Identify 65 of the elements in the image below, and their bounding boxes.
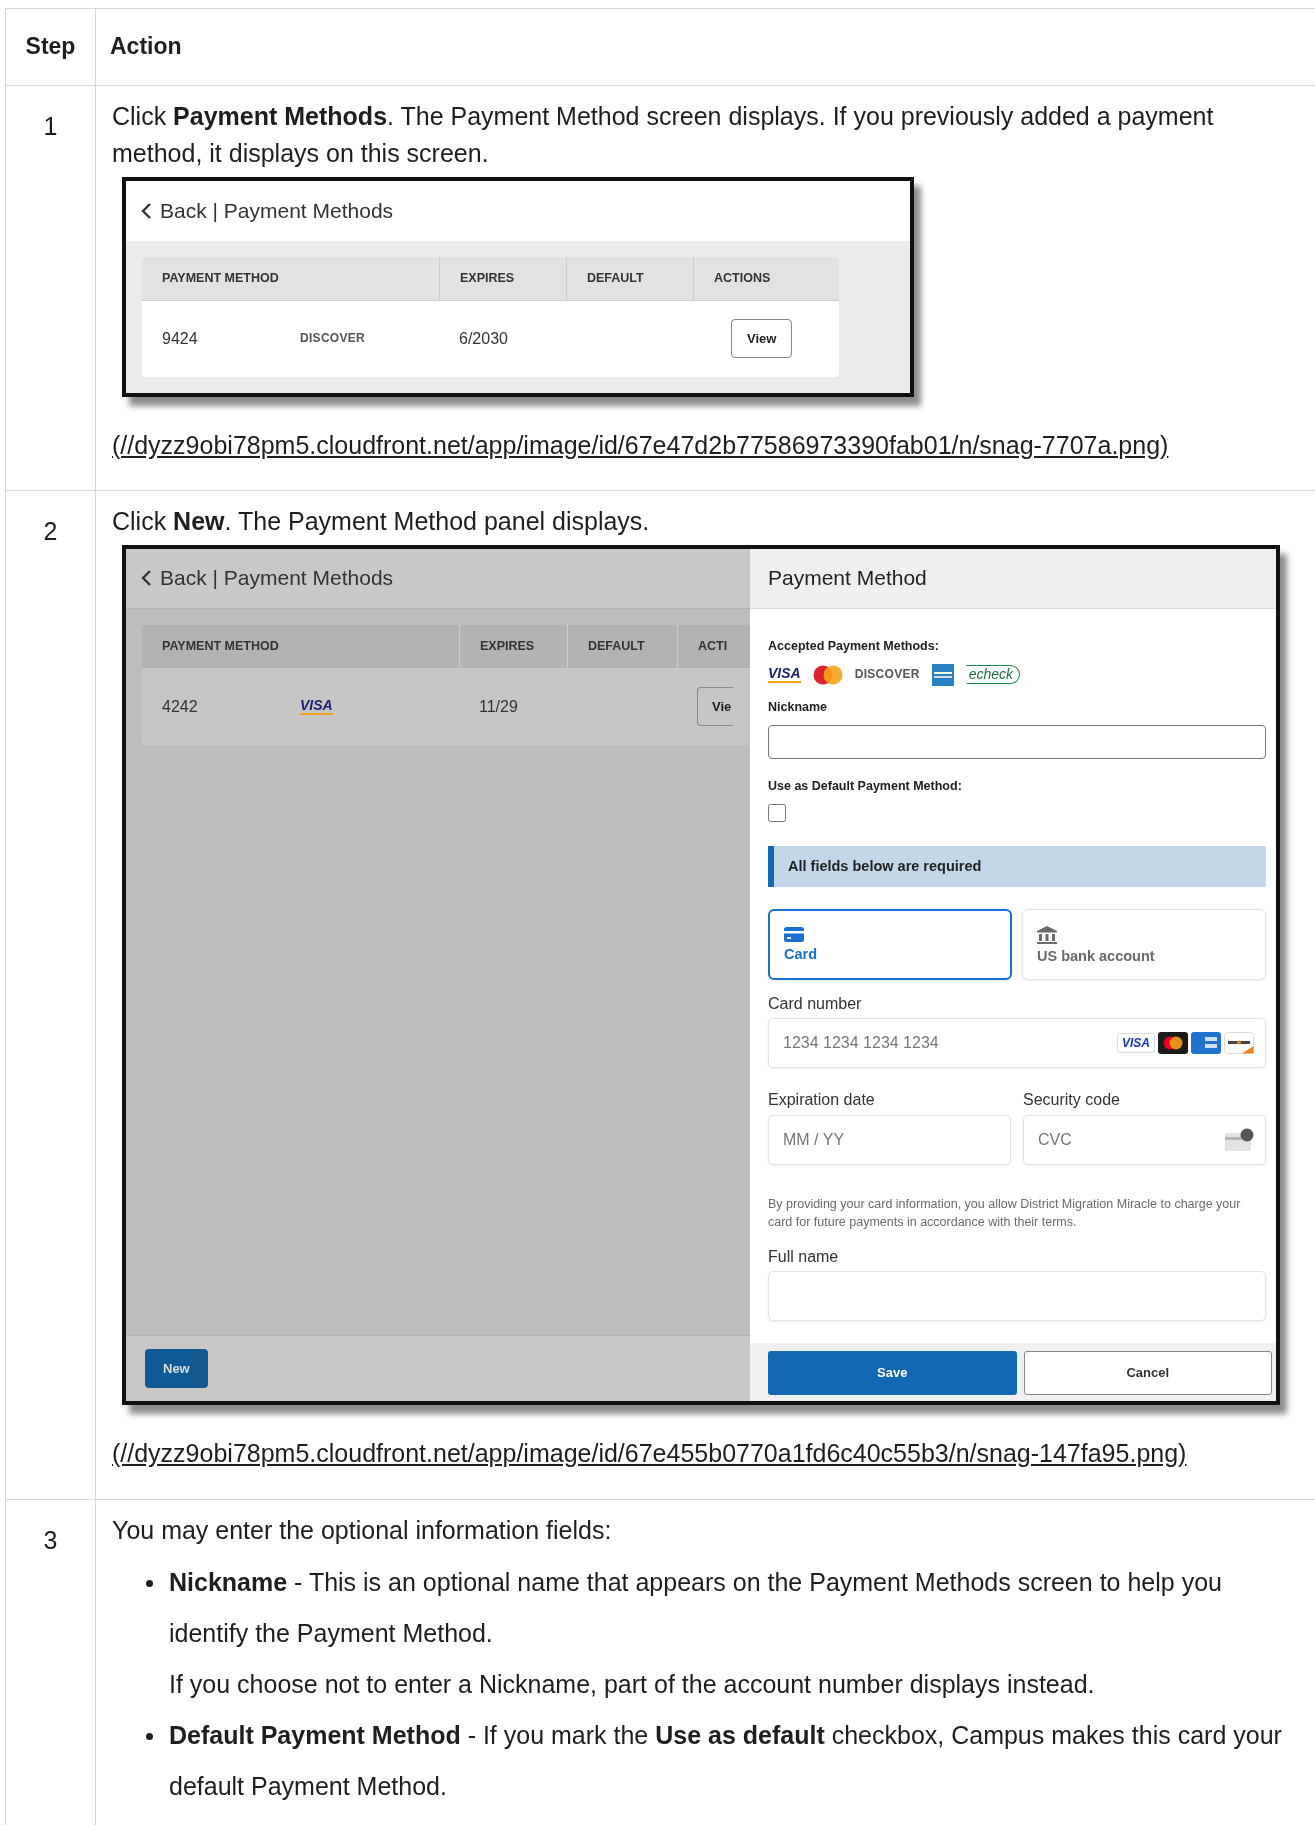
field-label: Use as Default Payment Method:: [768, 778, 963, 794]
column-header: ACTIONS: [693, 256, 839, 300]
column-header: DEFAULT: [567, 624, 677, 668]
image-link[interactable]: (//dyzz9obi78pm5.cloudfront.net/app/image/id/67e47d2b77586973390fab01/n/snag-7707a.png): [112, 426, 1169, 464]
card-brand-icon: [1191, 1032, 1221, 1055]
required-notice: All fields below are required: [768, 845, 1266, 887]
bullet-text: Nickname - This is an optional name that appears on the Payment Methods screen to help you identify the Payment Method.: [169, 1567, 1223, 1650]
field-label: Nickname: [768, 699, 829, 715]
instruction-text: You may enter the optional information fields:: [112, 1514, 613, 1546]
note-text: If you choose not to enter a Nickname, part of the account number displays instead.: [169, 1669, 1096, 1701]
table-cell-text: 9424: [161, 328, 199, 349]
consent-text: By providing your card information, you allow District Migration Miracle to charge your card for future payments in accordance with their terms.: [768, 1195, 1242, 1231]
header-title[interactable]: Back | Payment Methods: [160, 197, 394, 224]
card-back-icon: [1224, 1127, 1254, 1152]
credit-card-icon: [784, 926, 804, 942]
default-checkbox[interactable]: [768, 803, 786, 822]
brand-logo: DISCOVER: [300, 331, 366, 346]
bullet-icon: [146, 1733, 153, 1741]
step-number: 2: [43, 517, 58, 545]
brand-logo: VISA: [300, 698, 333, 715]
step-number: 1: [43, 111, 58, 140]
view-button[interactable]: View: [731, 318, 793, 359]
table-cell-text: 4242: [161, 696, 199, 717]
field-label: Security code: [1023, 1090, 1121, 1110]
field-label: Full name: [768, 1246, 840, 1267]
instruction-text: Click Payment Methods. The Payment Method screen displays. If you previously added a payment method, it displays on this screen.: [112, 100, 1215, 169]
column-header: Action: [95, 8, 1315, 85]
instruction-text: Click New. The Payment Method panel displays.: [112, 506, 651, 537]
table-cell: 6/2030: [459, 329, 508, 347]
table-cell: 11/29: [479, 697, 518, 715]
bank-icon: [1037, 925, 1057, 944]
payment-type-tab[interactable]: Card: [768, 908, 1012, 981]
nickname-field[interactable]: [768, 724, 1266, 759]
new-button[interactable]: New: [145, 1348, 208, 1389]
card-brand-icon: [1158, 1032, 1188, 1055]
column-header: EXPIRES: [459, 624, 567, 668]
column-header: Step: [5, 8, 96, 85]
chevron-left-icon: [140, 569, 152, 587]
field-label: Accepted Payment Methods:: [768, 638, 940, 654]
column-header: EXPIRES: [439, 256, 566, 300]
brand-logo: DISCOVER: [854, 667, 920, 682]
field-label: Card number: [768, 994, 863, 1014]
step-number: 3: [43, 1525, 58, 1554]
save-button[interactable]: Save: [768, 1351, 1017, 1396]
header-title[interactable]: Back | Payment Methods: [160, 565, 394, 591]
overlapping-circles-icon: [812, 664, 843, 685]
brand-logo: VISA: [1117, 1033, 1155, 1054]
field-label: Expiration date: [768, 1090, 876, 1110]
view-button[interactable]: Vie: [697, 686, 734, 727]
image-link[interactable]: (//dyzz9obi78pm5.cloudfront.net/app/image/id/67e455b0770a1fd6c40c55b3/n/snag-147fa95.png): [112, 1435, 1187, 1473]
security-code-field[interactable]: CVC: [1023, 1114, 1266, 1165]
brand-logo: VISA: [768, 666, 801, 683]
bullet-text: Default Payment Method - If you mark the Use as default checkbox, Campus makes this card your default Payment Method.: [169, 1720, 1283, 1803]
column-header: PAYMENT METHOD: [161, 637, 280, 655]
payment-type-tab[interactable]: US bank account: [1022, 908, 1266, 981]
bullet-icon: [146, 1580, 153, 1588]
full-name-field[interactable]: [768, 1271, 1266, 1322]
column-header: PAYMENT METHOD: [161, 269, 280, 287]
chevron-left-icon: [140, 201, 152, 220]
card-brand-icon: [931, 663, 954, 686]
expiration-field[interactable]: MM / YY: [768, 1114, 1011, 1165]
card-brand-icon: [1224, 1032, 1254, 1055]
panel-title: Payment Method: [768, 565, 927, 591]
cancel-button[interactable]: Cancel: [1023, 1351, 1272, 1396]
column-header: DEFAULT: [566, 256, 693, 300]
